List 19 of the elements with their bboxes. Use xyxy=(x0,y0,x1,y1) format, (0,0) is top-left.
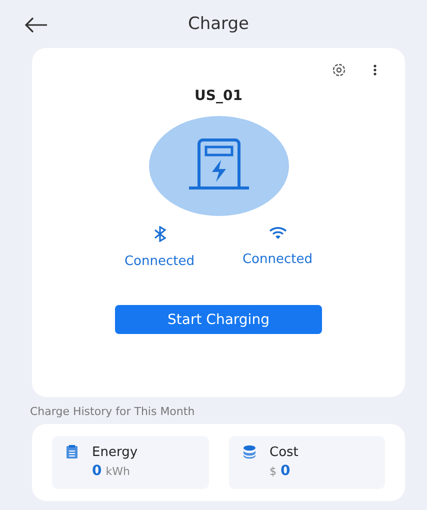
stat-label: Cost xyxy=(270,445,298,460)
back-arrow-icon[interactable] xyxy=(24,17,48,33)
charger-name: US_01 xyxy=(194,88,242,104)
stat-value: 0 xyxy=(92,463,102,479)
clipboard-icon xyxy=(66,445,78,459)
wifi-icon xyxy=(268,226,286,240)
connection-status: Connected xyxy=(124,254,194,269)
currency-symbol: $ xyxy=(270,465,276,478)
section-heading: Charge History for This Month xyxy=(30,405,196,418)
unit-label: kWh xyxy=(106,465,130,478)
coins-icon xyxy=(242,445,256,459)
more-icon[interactable] xyxy=(373,64,377,76)
connection-status: Connected xyxy=(242,252,312,267)
start-charging-button[interactable]: Start Charging xyxy=(115,305,322,334)
bluetooth-icon xyxy=(152,226,166,242)
settings-icon[interactable] xyxy=(331,62,347,78)
stat-value: 0 xyxy=(280,463,290,479)
stat-label: Energy xyxy=(92,445,138,460)
page-title: Charge xyxy=(188,14,249,34)
